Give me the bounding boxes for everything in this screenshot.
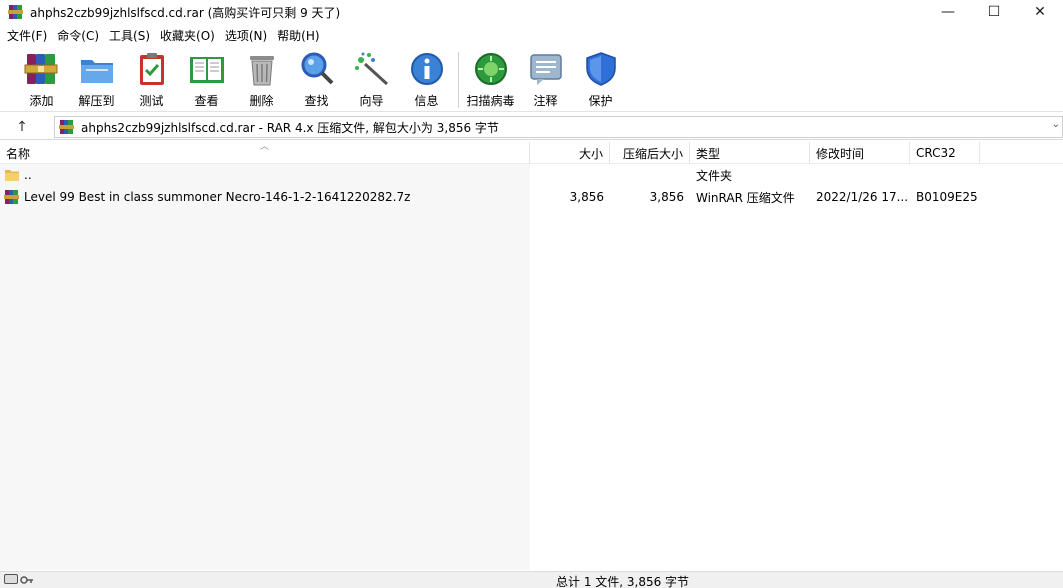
status-icons bbox=[4, 574, 34, 584]
column-name[interactable]: 名称 ︿ bbox=[0, 142, 530, 164]
add-label: 添加 bbox=[29, 94, 54, 108]
column-modified[interactable]: 修改时间 bbox=[810, 142, 910, 164]
test-button[interactable]: 测试 bbox=[124, 46, 179, 110]
view-label: 查看 bbox=[194, 94, 219, 108]
column-size[interactable]: 大小 bbox=[530, 142, 610, 164]
wizard-label: 向导 bbox=[359, 94, 384, 108]
shield-icon bbox=[582, 50, 620, 88]
add-button[interactable]: 添加 bbox=[14, 46, 69, 110]
column-name-label: 名称 bbox=[6, 146, 31, 161]
info-button[interactable]: 信息 bbox=[399, 46, 454, 110]
status-bar: 总计 1 文件, 3,856 字节 bbox=[0, 571, 1063, 588]
info-label: 信息 bbox=[414, 94, 439, 108]
magic-wand-icon bbox=[353, 50, 391, 88]
name-column-background bbox=[0, 164, 530, 570]
comment-label: 注释 bbox=[533, 94, 558, 108]
menu-help[interactable]: 帮助(H) bbox=[272, 27, 324, 44]
winrar-app-icon bbox=[8, 4, 24, 20]
status-summary: 总计 1 文件, 3,856 字节 bbox=[556, 575, 690, 588]
column-crc32[interactable]: CRC32 bbox=[910, 142, 980, 164]
file-list[interactable]: .. 文件夹 Level 99 Best in class summoner N… bbox=[0, 164, 1063, 570]
folder-extract-icon bbox=[78, 50, 116, 88]
scan-virus-label: 扫描病毒 bbox=[466, 94, 515, 108]
maximize-button[interactable]: ☐ bbox=[971, 0, 1017, 24]
menu-file[interactable]: 文件(F) bbox=[2, 27, 52, 44]
trash-icon bbox=[243, 50, 281, 88]
key-icon[interactable] bbox=[20, 574, 34, 584]
extract-button[interactable]: 解压到 bbox=[69, 46, 124, 110]
column-modified-label: 修改时间 bbox=[816, 146, 865, 161]
up-arrow-icon[interactable]: ↑ bbox=[0, 114, 44, 140]
drive-icon[interactable] bbox=[4, 574, 18, 584]
delete-button[interactable]: 删除 bbox=[234, 46, 289, 110]
table-row[interactable]: Level 99 Best in class summoner Necro-14… bbox=[0, 186, 1063, 208]
protect-button[interactable]: 保护 bbox=[573, 46, 628, 110]
column-crc-label: CRC32 bbox=[916, 146, 956, 160]
magnifier-icon bbox=[298, 50, 336, 88]
menu-bar: 文件(F) 命令(C) 工具(S) 收藏夹(O) 选项(N) 帮助(H) bbox=[0, 25, 1063, 45]
find-label: 查找 bbox=[304, 94, 329, 108]
column-type-label: 类型 bbox=[696, 146, 721, 161]
protect-label: 保护 bbox=[588, 94, 613, 108]
row-size: 3,856 bbox=[569, 190, 604, 204]
column-size-label: 大小 bbox=[578, 146, 603, 161]
window-controls: — ☐ ✕ bbox=[925, 0, 1063, 24]
menu-tools[interactable]: 工具(S) bbox=[104, 27, 155, 44]
column-packed-label: 压缩后大小 bbox=[622, 146, 683, 161]
column-type[interactable]: 类型 bbox=[690, 142, 810, 164]
minimize-button[interactable]: — bbox=[925, 0, 971, 24]
winrar-books-icon bbox=[23, 50, 61, 88]
address-field[interactable]: ahphs2czb99jzhlslfscd.cd.rar - RAR 4.x 压… bbox=[54, 116, 1063, 138]
archive-icon bbox=[4, 189, 20, 205]
menu-options[interactable]: 选项(N) bbox=[220, 27, 272, 44]
delete-label: 删除 bbox=[249, 94, 274, 108]
column-header-row: 名称 ︿ 大小 压缩后大小 类型 修改时间 CRC32 bbox=[0, 142, 1063, 164]
sort-ascending-icon: ︿ bbox=[260, 142, 270, 152]
find-button[interactable]: 查找 bbox=[289, 46, 344, 110]
archive-icon bbox=[59, 119, 75, 135]
extract-label: 解压到 bbox=[78, 94, 115, 108]
table-row[interactable]: .. 文件夹 bbox=[0, 164, 1063, 186]
toolbar-separator bbox=[458, 52, 459, 108]
row-type: WinRAR 压缩文件 bbox=[696, 190, 795, 205]
folder-icon bbox=[4, 167, 20, 183]
row-packed: 3,856 bbox=[649, 190, 684, 204]
row-name: .. bbox=[24, 168, 32, 182]
open-book-icon bbox=[188, 50, 226, 88]
menu-favorites[interactable]: 收藏夹(O) bbox=[155, 27, 220, 44]
row-type: 文件夹 bbox=[696, 168, 733, 183]
comment-button[interactable]: 注释 bbox=[518, 46, 573, 110]
menu-command[interactable]: 命令(C) bbox=[52, 27, 104, 44]
view-button[interactable]: 查看 bbox=[179, 46, 234, 110]
comment-icon bbox=[527, 50, 565, 88]
scan-virus-button[interactable]: 扫描病毒 bbox=[463, 46, 518, 110]
address-bar: ↑ ahphs2czb99jzhlslfscd.cd.rar - RAR 4.x… bbox=[0, 114, 1063, 140]
row-crc: B0109E25 bbox=[916, 190, 978, 204]
column-packed-size[interactable]: 压缩后大小 bbox=[610, 142, 690, 164]
toolbar: 添加 解压到 测试 查看 删除 查找 向导 信息 扫描病毒 注释 保护 bbox=[0, 46, 1063, 112]
row-modified: 2022/1/26 17... bbox=[816, 190, 909, 204]
wizard-button[interactable]: 向导 bbox=[344, 46, 399, 110]
clipboard-check-icon bbox=[133, 50, 171, 88]
row-name: Level 99 Best in class summoner Necro-14… bbox=[24, 190, 411, 204]
address-text: ahphs2czb99jzhlslfscd.cd.rar - RAR 4.x 压… bbox=[81, 120, 499, 135]
info-icon bbox=[408, 50, 446, 88]
title-bar: ahphs2czb99jzhlslfscd.cd.rar (高购买许可只剩 9 … bbox=[0, 0, 1063, 24]
close-button[interactable]: ✕ bbox=[1017, 0, 1063, 24]
virus-scan-icon bbox=[472, 50, 510, 88]
window-title: ahphs2czb99jzhlslfscd.cd.rar (高购买许可只剩 9 … bbox=[30, 5, 341, 20]
test-label: 测试 bbox=[139, 94, 164, 108]
chevron-down-icon[interactable]: ⌄ bbox=[1052, 119, 1060, 130]
